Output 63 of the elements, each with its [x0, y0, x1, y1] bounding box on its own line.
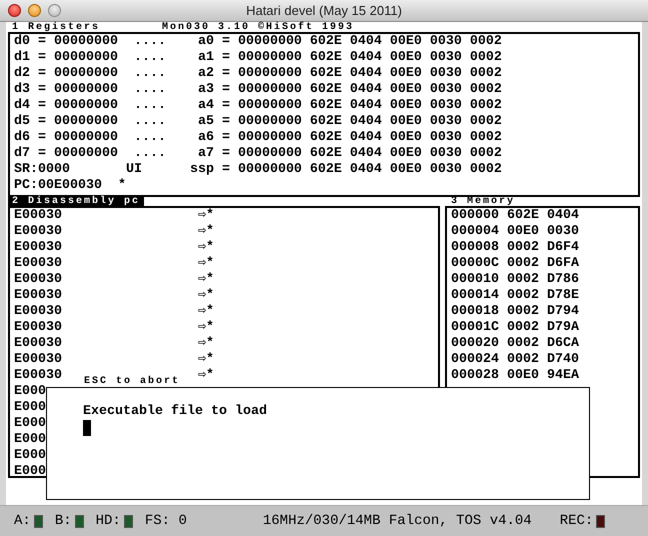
memory-line: 000004 00E0 0030 — [451, 224, 580, 240]
status-label: REC: — [560, 513, 594, 529]
address-text: E00030 — [14, 224, 62, 240]
register-line: d5 = 00000000 .... a5 = 00000000 602E 0404 00E0 0030 0002 — [14, 114, 503, 130]
status-text: FS: 0 — [144, 513, 187, 529]
pc-marker: ⇨* — [198, 208, 214, 224]
register-line: d3 = 00000000 .... a3 = 00000000 602E 0404 00E0 0030 0002 — [14, 82, 503, 98]
memory-line: 000028 00E0 94EA — [451, 368, 580, 384]
address-text: E000 — [14, 384, 46, 400]
memory-line: 000024 0002 D740 — [451, 352, 580, 368]
pc-marker: ⇨* — [198, 320, 214, 336]
status-label: HD: — [96, 513, 121, 529]
address-text: E000 — [14, 416, 46, 432]
register-line: d7 = 00000000 .... a7 = 00000000 602E 0404 00E0 0030 0002 — [14, 146, 503, 162]
close-button[interactable] — [8, 4, 21, 17]
pc-marker: ⇨* — [198, 352, 214, 368]
register-line: PC:00E00030 * — [14, 178, 127, 194]
pc-marker: ⇨* — [198, 272, 214, 288]
address-text: E00030 — [14, 352, 62, 368]
memory-line: 000018 0002 D794 — [451, 304, 580, 320]
panel-title[interactable]: 2 Disassembly pc — [8, 197, 144, 206]
minimize-button[interactable] — [28, 4, 41, 17]
address-text: E000 — [14, 464, 46, 476]
window-title: Hatari devel (May 15 2011) — [246, 3, 402, 18]
address-text: E00030 — [14, 368, 62, 384]
memory-line: 000000 602E 0404 — [451, 208, 580, 224]
register-line: SR:0000 UI ssp = 00000000 602E 0404 00E0 0030 0002 — [14, 162, 503, 178]
address-text: E00030 — [14, 288, 62, 304]
register-line: d1 = 00000000 .... a1 = 00000000 602E 0404 00E0 0030 0002 — [14, 50, 503, 66]
panel-title: 1 Registers — [11, 23, 102, 32]
pc-marker: ⇨* — [198, 256, 214, 272]
register-line: d4 = 00000000 .... a4 = 00000000 602E 0404 00E0 0030 0002 — [14, 98, 503, 114]
status-text: 16MHz/030/14MB Falcon, TOS v4.04 — [262, 513, 532, 529]
memory-line: 000010 0002 D786 — [451, 272, 580, 288]
register-line: d0 = 00000000 .... a0 = 00000000 602E 0404 00E0 0030 0002 — [14, 34, 503, 50]
status-label: B: — [54, 513, 72, 529]
address-text: E000 — [14, 400, 46, 416]
register-line: d6 = 00000000 .... a6 = 00000000 602E 0404 00E0 0030 0002 — [14, 130, 503, 146]
memory-line: 00001C 0002 D79A — [451, 320, 580, 336]
address-text: E00030 — [14, 256, 62, 272]
address-text: E00030 — [14, 272, 62, 288]
memory-line: 000014 0002 D78E — [451, 288, 580, 304]
monitor-header: Mon030 3.10 ©HiSoft 1993 — [161, 23, 356, 32]
memory-line: 000020 0002 D6CA — [451, 336, 580, 352]
memory-line: 00000C 0002 D6FA — [451, 256, 580, 272]
pc-marker: ⇨* — [198, 288, 214, 304]
zoom-button[interactable] — [48, 4, 61, 17]
register-line: d2 = 00000000 .... a2 = 00000000 602E 0404 00E0 0030 0002 — [14, 66, 503, 82]
pc-marker: ⇨* — [198, 224, 214, 240]
memory-line: 000008 0002 D6F4 — [451, 240, 580, 256]
status-label: A: — [14, 513, 31, 529]
pc-marker: ⇨* — [198, 304, 214, 320]
address-text: E000 — [14, 432, 46, 448]
address-text: E00030 — [14, 208, 62, 224]
prompt-text: Executable file to load — [83, 404, 268, 420]
pc-marker: ⇨* — [198, 368, 214, 384]
address-text: E00030 — [14, 240, 62, 256]
pc-marker: ⇨* — [198, 336, 214, 352]
pc-marker: ⇨* — [198, 240, 214, 256]
address-text: E00030 — [14, 304, 62, 320]
address-text: E000 — [14, 448, 46, 464]
address-text: E00030 — [14, 320, 62, 336]
address-text: E00030 — [14, 336, 62, 352]
